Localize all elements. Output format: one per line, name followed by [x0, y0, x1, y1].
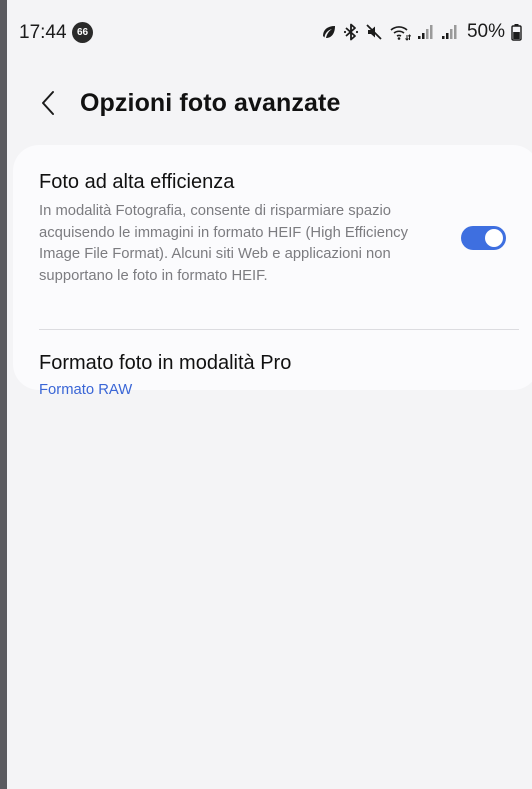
notification-count-badge: 66 [72, 22, 93, 43]
toggle-knob [485, 229, 503, 247]
bluetooth-icon [343, 23, 359, 41]
battery-icon [511, 23, 522, 41]
status-bar: 17:44 66 50% [7, 0, 532, 62]
battery-percentage: 50% [466, 21, 505, 42]
heif-setting-title: Foto ad alta efficienza [39, 171, 235, 193]
pro-format-setting-value: Formato RAW [39, 382, 133, 398]
heif-setting-description: In modalità Fotografia, consente di risp… [39, 203, 408, 284]
mute-icon [365, 23, 383, 41]
settings-card: Foto ad alta efficienza In modalità Foto… [13, 145, 532, 398]
pro-format-setting-item[interactable]: Formato foto in modalità Pro Formato RAW [13, 330, 532, 398]
signal-icon [441, 24, 459, 40]
pro-format-setting-title: Formato foto in modalità Pro [39, 352, 292, 374]
device-edge [0, 0, 7, 789]
status-time: 17:44 [19, 22, 67, 43]
page-title: Opzioni foto avanzate [80, 89, 341, 117]
leaf-icon [321, 24, 337, 40]
screen: 17:44 66 50% Opzioni foto avanzate Foto … [7, 0, 532, 789]
heif-setting-item[interactable]: Foto ad alta efficienza In modalità Foto… [13, 145, 532, 328]
heif-toggle-switch[interactable] [461, 226, 506, 250]
back-button[interactable] [33, 88, 63, 122]
header: Opzioni foto avanzate [7, 80, 532, 130]
status-icons: 50% [321, 20, 522, 44]
signal-icon [417, 24, 435, 40]
wifi-icon [389, 23, 411, 41]
chevron-left-icon [40, 90, 56, 121]
